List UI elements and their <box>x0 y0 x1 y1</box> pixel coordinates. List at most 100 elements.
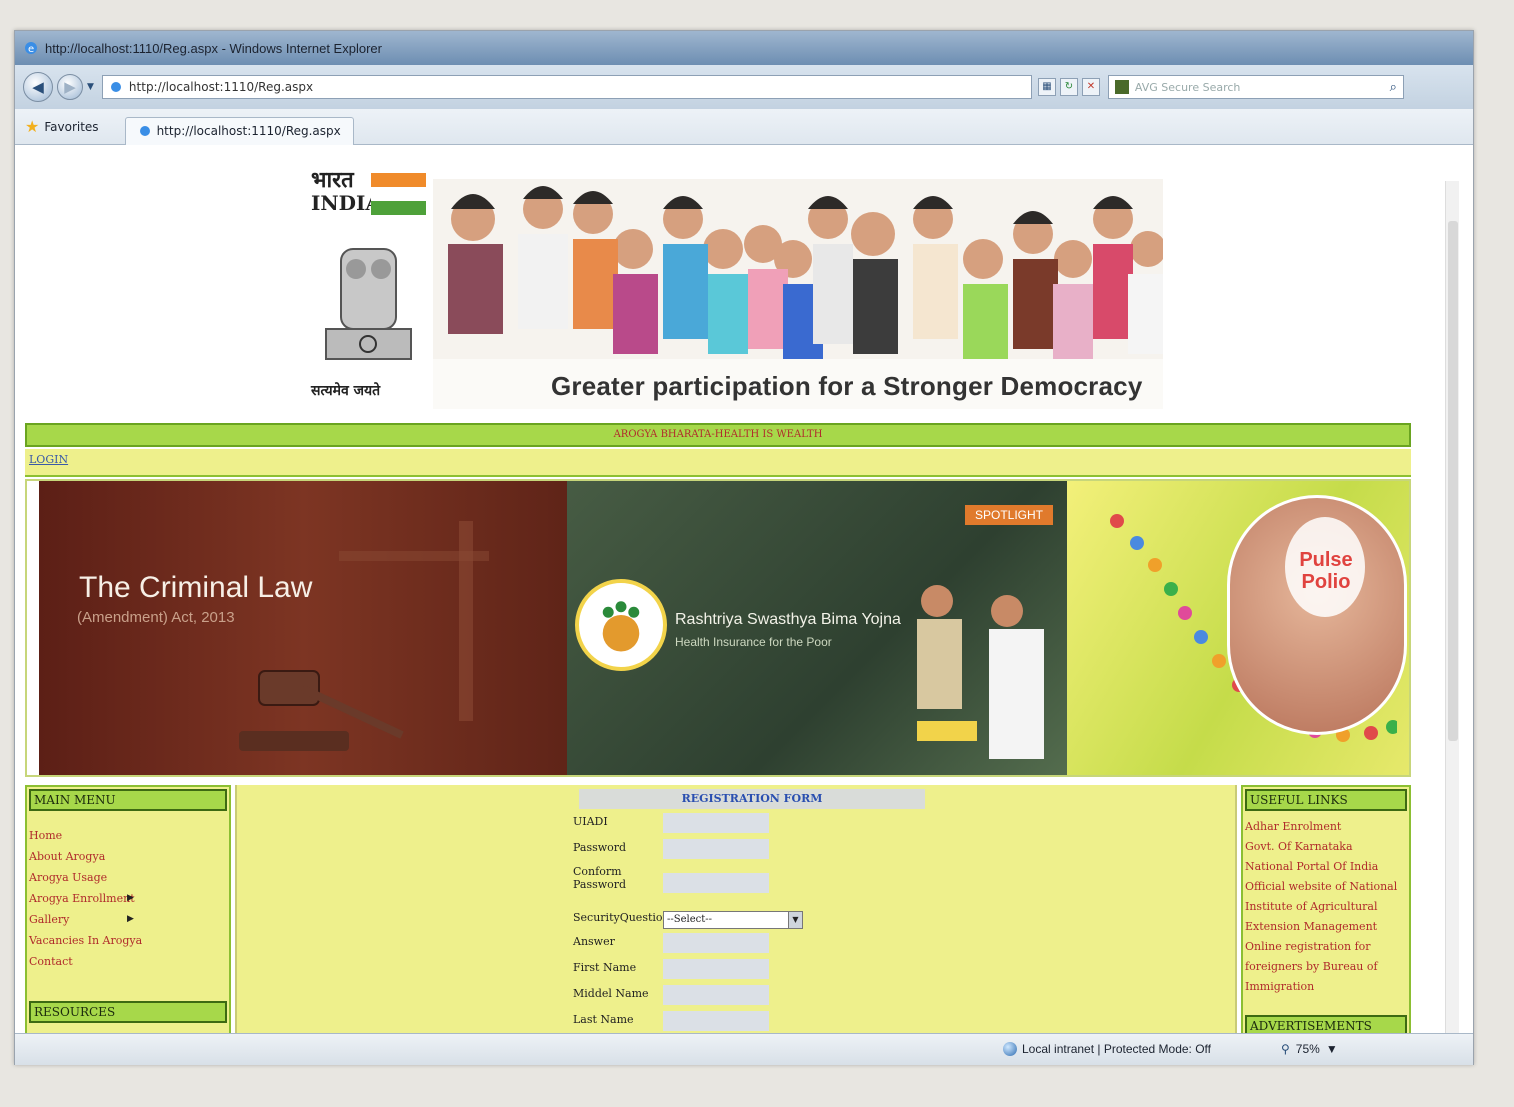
intranet-globe-icon <box>1003 1042 1017 1056</box>
first-name-row: First Name <box>573 959 769 979</box>
last-name-row: Last Name <box>573 1011 769 1031</box>
menu-item-about[interactable]: About Arogya <box>27 846 229 867</box>
resources-section: RESOURCES <box>27 999 229 1025</box>
stop-icon[interactable]: ✕ <box>1081 78 1100 96</box>
middle-name-label: Middel Name <box>573 987 649 1000</box>
ie-logo-icon: e <box>25 42 37 55</box>
address-bar[interactable]: http://localhost:1110/Reg.aspx <box>101 75 1032 99</box>
flag-icon <box>371 173 426 217</box>
browser-tab[interactable]: http://localhost:1110/Reg.aspx <box>124 116 354 145</box>
confirm-row: Conform Password <box>573 865 773 893</box>
link-adhar[interactable]: Adhar Enrolment <box>1243 817 1409 837</box>
history-dropdown-icon[interactable]: ▼ <box>87 82 94 92</box>
middle-name-input[interactable] <box>663 985 769 1005</box>
rsby-logo-icon <box>575 579 667 671</box>
favorites-button[interactable]: Favorites <box>44 120 98 134</box>
back-button[interactable]: ◀ <box>23 72 53 102</box>
favorites-bar: ★ Favorites http://localhost:1110/Reg.as… <box>15 109 1473 145</box>
security-question-select[interactable]: --Select-- ▼ <box>663 911 803 929</box>
main-menu-title: MAIN MENU <box>29 789 227 811</box>
scrollbar-thumb[interactable] <box>1448 221 1458 741</box>
tab-label: http://localhost:1110/Reg.aspx <box>156 124 341 138</box>
status-bar: Local intranet | Protected Mode: Off ⚲ 7… <box>15 1033 1473 1065</box>
link-karnataka[interactable]: Govt. Of Karnataka <box>1243 837 1409 857</box>
menu-item-enrollment[interactable]: Arogya Enrollment ▶ <box>27 888 229 909</box>
registration-title: REGISTRATION FORM <box>579 789 925 809</box>
security-label: SecurityQuestion <box>573 911 670 924</box>
marquee-text: AROGYA BHARATA-HEALTH IS WEALTH <box>613 429 823 440</box>
security-zone-text: Local intranet | Protected Mode: Off <box>1022 1042 1211 1056</box>
menu-item-vacancies[interactable]: Vacancies In Arogya <box>27 930 229 951</box>
page-content: भारत INDIA सत्यमेव जयते Greater particip… <box>21 159 1447 1033</box>
slide-rsby[interactable]: SPOTLIGHT Rashtriya Swasthya Bima Yojna … <box>567 481 1067 775</box>
slide-pulse-polio[interactable]: Pulse Polio <box>1067 481 1409 775</box>
zoom-control[interactable]: ⚲ 75% ▼ <box>1281 1042 1338 1056</box>
motto: सत्यमेव जयते <box>311 383 381 399</box>
main-menu-panel: MAIN MENU Home About Arogya Arogya Usage… <box>25 785 231 1033</box>
security-row: SecurityQuestion --Select-- ▼ <box>573 911 813 929</box>
compat-view-icon[interactable]: ▦ <box>1037 78 1056 96</box>
confirm-password-input[interactable] <box>663 873 769 893</box>
search-icon[interactable]: ⌕ <box>1390 80 1397 95</box>
useful-links-panel: USEFUL LINKS Adhar Enrolment Govt. Of Ka… <box>1241 785 1411 1033</box>
uid-row: UIADI <box>573 813 769 833</box>
link-immigration[interactable]: Online registration for foreigners by Bu… <box>1243 937 1409 997</box>
zoom-icon: ⚲ <box>1281 1042 1290 1056</box>
password-row: Password <box>573 839 769 859</box>
image-slider: The Criminal Law (Amendment) Act, 2013 S… <box>25 479 1411 777</box>
security-zone[interactable]: Local intranet | Protected Mode: Off <box>1003 1042 1211 1056</box>
main-menu: Home About Arogya Arogya Usage Arogya En… <box>27 825 229 972</box>
search-input[interactable]: AVG Secure Search ⌕ <box>1107 75 1404 99</box>
menu-item-usage[interactable]: Arogya Usage <box>27 867 229 888</box>
slide-criminal-law[interactable]: The Criminal Law (Amendment) Act, 2013 <box>39 481 569 775</box>
uid-label: UIADI <box>573 815 608 828</box>
last-name-label: Last Name <box>573 1013 634 1026</box>
menu-item-contact[interactable]: Contact <box>27 951 229 972</box>
nav-bar: LOGIN <box>25 449 1411 477</box>
last-name-input[interactable] <box>663 1011 769 1031</box>
favorites-star-icon[interactable]: ★ <box>25 117 39 136</box>
search-placeholder: AVG Secure Search <box>1134 80 1241 94</box>
title-bar: e http://localhost:1110/Reg.aspx - Windo… <box>15 31 1473 65</box>
security-selected-value: --Select-- <box>667 914 713 925</box>
address-text: http://localhost:1110/Reg.aspx <box>128 80 314 94</box>
browser-window: e http://localhost:1110/Reg.aspx - Windo… <box>14 30 1474 1065</box>
answer-row: Answer <box>573 933 769 953</box>
login-link[interactable]: LOGIN <box>29 453 68 466</box>
advertisements-title: ADVERTISEMENTS <box>1245 1015 1407 1033</box>
law-title: The Criminal Law <box>79 571 313 604</box>
tagline: Greater participation for a Stronger Dem… <box>551 371 1143 401</box>
law-subtitle: (Amendment) Act, 2013 <box>77 609 235 626</box>
answer-label: Answer <box>573 935 615 948</box>
menu-item-gallery[interactable]: Gallery ▶ <box>27 909 229 930</box>
answer-input[interactable] <box>663 933 769 953</box>
submenu-arrow-icon: ▶ <box>127 914 134 924</box>
page-icon <box>110 82 121 92</box>
uid-input[interactable] <box>663 813 769 833</box>
useful-links: Adhar Enrolment Govt. Of Karnataka Natio… <box>1243 817 1409 997</box>
password-label: Password <box>573 841 627 854</box>
chevron-down-icon[interactable]: ▼ <box>788 912 802 928</box>
useful-links-title: USEFUL LINKS <box>1245 789 1407 811</box>
first-name-input[interactable] <box>663 959 769 979</box>
rsby-subtitle: Health Insurance for the Poor <box>675 635 832 649</box>
password-input[interactable] <box>663 839 769 859</box>
svg-text:e: e <box>28 44 34 55</box>
refresh-icon[interactable]: ↻ <box>1059 78 1078 96</box>
zoom-dropdown-icon[interactable]: ▼ <box>1326 1042 1338 1056</box>
confirm-label: Conform Password <box>573 865 627 891</box>
link-manage[interactable]: Official website of National Institute o… <box>1243 877 1409 937</box>
doctor-patient-image <box>917 585 1044 759</box>
address-row: ◀ ▶ ▼ http://localhost:1110/Reg.aspx ▦ ↻… <box>15 65 1473 109</box>
ashoka-emblem-icon <box>325 248 412 360</box>
menu-item-home[interactable]: Home <box>27 825 229 846</box>
page-scrollbar[interactable] <box>1445 181 1459 1033</box>
menu-item-gallery-label: Gallery <box>29 913 70 926</box>
gavel-icon <box>239 521 489 751</box>
registration-panel: REGISTRATION FORM UIADI Password Conform… <box>235 785 1237 1033</box>
submenu-arrow-icon: ▶ <box>127 893 134 903</box>
menu-item-enrollment-label: Arogya Enrollment <box>29 892 135 905</box>
forward-button[interactable]: ▶ <box>57 74 83 100</box>
rsby-title: Rashtriya Swasthya Bima Yojna <box>675 611 901 628</box>
link-national-portal[interactable]: National Portal Of India <box>1243 857 1409 877</box>
